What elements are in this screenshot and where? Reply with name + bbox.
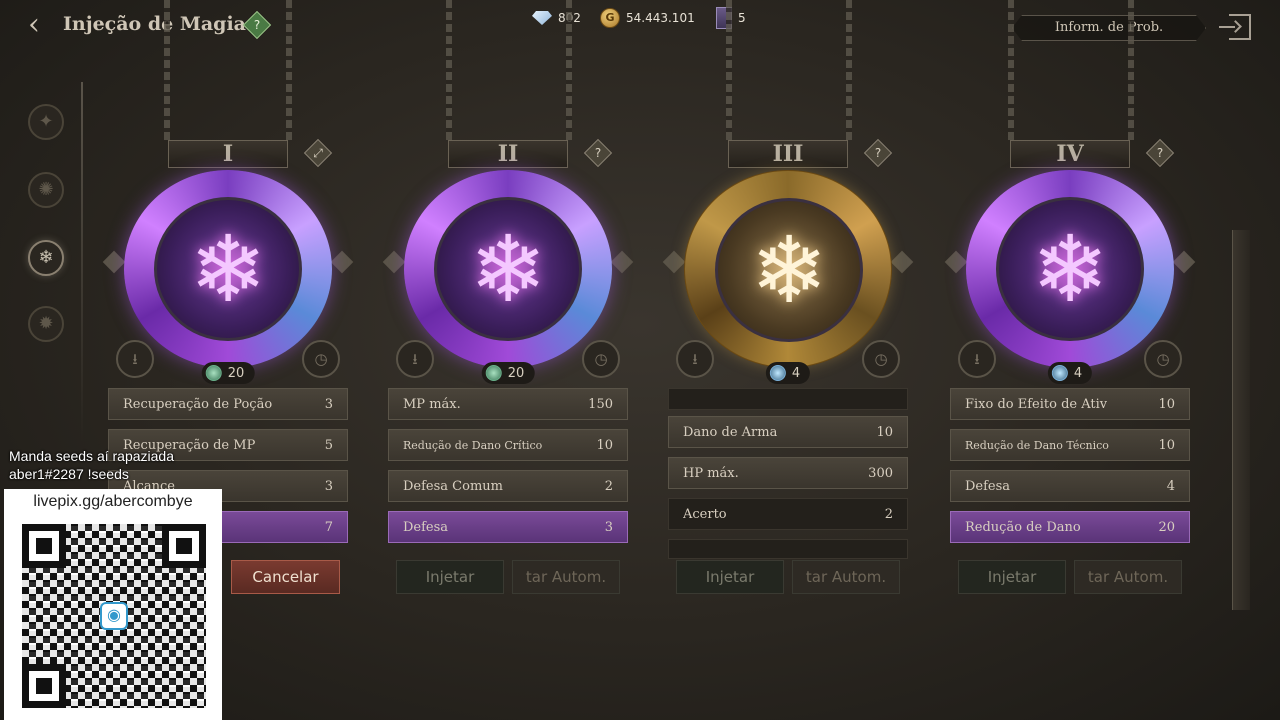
probability-info-button[interactable]: Inform. de Prob. — [1012, 15, 1206, 41]
download-icon[interactable]: ⭳ — [396, 340, 434, 378]
stat-row: HP máx. 300 — [668, 457, 908, 489]
exit-icon[interactable] — [1219, 14, 1251, 40]
sidebar-tab-4-icon[interactable]: ✹ — [28, 306, 64, 342]
injection-panel-3: III ? ❄ ⭳ ◷ 4 Dano de Arma 10 HP máx. 300 … — [662, 138, 914, 605]
diamond-currency: 802 — [532, 9, 581, 27]
stone-count: 4 — [765, 362, 811, 384]
stone-gem-icon — [769, 365, 786, 381]
sidebar-tab-2-icon[interactable]: ✺ — [28, 172, 64, 208]
rune-ring: ❄ — [684, 170, 892, 368]
stat-list: MP máx. 150 Redução de Dano Crítico 10 Def… — [388, 388, 628, 552]
donation-qr-panel: livepix.gg/abercombye ◉ — [4, 489, 222, 720]
stat-row: Redução de Dano Técnico 10 — [950, 429, 1190, 461]
stone-count: 20 — [201, 362, 255, 384]
expand-icon[interactable]: ⤢ — [303, 138, 333, 168]
rune-ring: ❄ — [966, 170, 1174, 368]
stat-row-empty — [668, 388, 908, 410]
stat-row: Recuperação de Poção 3 — [108, 388, 348, 420]
injection-panel-2: II ? ❄ ⭳ ◷ 20 MP máx. 150 Redução de Dano… — [382, 138, 634, 605]
sidebar-tab-3-icon[interactable]: ❄ — [28, 240, 64, 276]
stat-row-highlight: Redução de Dano 20 — [950, 511, 1190, 543]
panel-numeral: I — [168, 140, 288, 168]
auto-inject-button[interactable]: tar Autom. — [1074, 560, 1182, 594]
panel-numeral: IV — [1010, 140, 1130, 168]
download-icon[interactable]: ⭳ — [116, 340, 154, 378]
stat-row: Defesa Comum 2 — [388, 470, 628, 502]
donation-url: livepix.gg/abercombye — [33, 493, 193, 510]
diamond-icon — [532, 11, 552, 25]
gold-currency: G 54.443.101 — [600, 8, 695, 28]
snowflake-rune-icon: ❄ — [750, 217, 828, 324]
clock-icon[interactable]: ◷ — [862, 340, 900, 378]
injection-panel-4: IV ? ❄ ⭳ ◷ 4 Fixo do Efeito de Ativ 10 Re… — [944, 138, 1196, 605]
download-icon[interactable]: ⭳ — [958, 340, 996, 378]
stream-message: aber1#2287 !seeds — [9, 466, 129, 482]
stone-gem-icon — [1051, 365, 1068, 381]
qr-code: ◉ — [22, 524, 206, 708]
help-icon[interactable]: ? — [863, 138, 893, 168]
help-icon[interactable]: ? — [1145, 138, 1175, 168]
stone-count: 4 — [1047, 362, 1093, 384]
page-title: Injeção de Magia — [63, 13, 246, 35]
inject-button[interactable]: Injetar — [676, 560, 784, 594]
stat-row-empty — [668, 539, 908, 559]
stat-list: Dano de Arma 10 HP máx. 300 Acerto 2 — [668, 388, 908, 568]
rune-ring: ❄ — [124, 170, 332, 368]
stream-message: Manda seeds aí rapaziada — [9, 448, 174, 464]
help-icon[interactable]: ? — [242, 10, 272, 40]
stone-count: 20 — [481, 362, 535, 384]
stat-row: Acerto 2 — [668, 498, 908, 530]
livepix-logo-icon: ◉ — [100, 602, 128, 630]
snowflake-rune-icon: ❄ — [1031, 216, 1109, 323]
help-icon[interactable]: ? — [583, 138, 613, 168]
clock-icon[interactable]: ◷ — [302, 340, 340, 378]
download-icon[interactable]: ⭳ — [676, 340, 714, 378]
stat-row: MP máx. 150 — [388, 388, 628, 420]
top-bar: ‹ Injeção de Magia ? 802 G 54.443.101 5 … — [0, 0, 1280, 54]
back-arrow-icon[interactable]: ‹ — [28, 10, 52, 42]
stone-gem-icon — [205, 365, 222, 381]
auto-inject-button[interactable]: tar Autom. — [512, 560, 620, 594]
rune-ring: ❄ — [404, 170, 612, 368]
snowflake-rune-icon: ❄ — [189, 216, 267, 323]
stone-gem-icon — [485, 365, 502, 381]
inject-button[interactable]: Injetar — [396, 560, 504, 594]
sidebar-tab-1-icon[interactable]: ✦ — [28, 104, 64, 140]
stat-row: Fixo do Efeito de Ativ 10 — [950, 388, 1190, 420]
stat-list: Fixo do Efeito de Ativ 10 Redução de Dano… — [950, 388, 1190, 552]
panel-numeral: II — [448, 140, 568, 168]
snowflake-rune-icon: ❄ — [469, 216, 547, 323]
panel-numeral: III — [728, 140, 848, 168]
stat-row: Redução de Dano Crítico 10 — [388, 429, 628, 461]
stat-row: Dano de Arma 10 — [668, 416, 908, 448]
stat-row-highlight: Defesa 3 — [388, 511, 628, 543]
next-panel-edge — [1232, 230, 1250, 610]
gold-coin-icon: G — [600, 8, 620, 28]
clock-icon[interactable]: ◷ — [582, 340, 620, 378]
stat-row: Defesa 4 — [950, 470, 1190, 502]
sidebar-divider — [81, 82, 83, 442]
inject-button[interactable]: Injetar — [958, 560, 1066, 594]
cancel-button[interactable]: Cancelar — [231, 560, 340, 594]
clock-icon[interactable]: ◷ — [1144, 340, 1182, 378]
auto-inject-button[interactable]: tar Autom. — [792, 560, 900, 594]
